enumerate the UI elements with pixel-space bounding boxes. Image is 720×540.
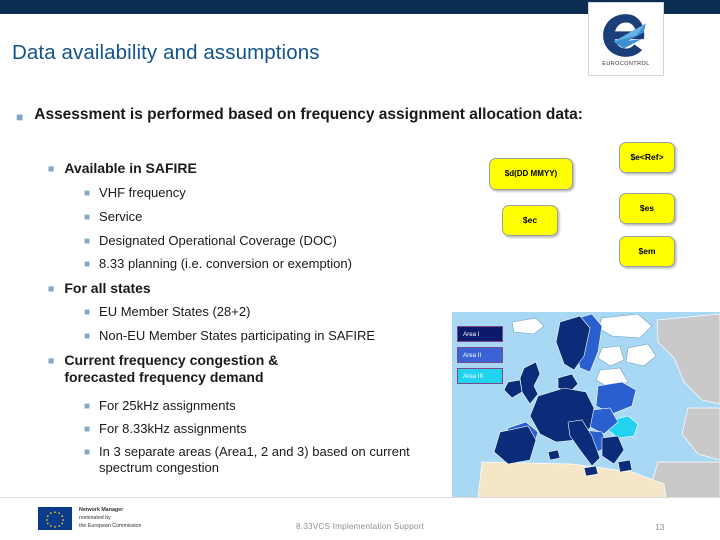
- bullet-current-frequency-congestion: ■ Current frequency congestion & forecas…: [48, 352, 348, 386]
- callout-ec[interactable]: $ec: [502, 205, 558, 236]
- bullet-available-safire: ■ Available in SAFIRE: [48, 160, 468, 177]
- bullet-marker-icon: ■: [48, 355, 55, 367]
- bullet-text: Designated Operational Coverage (DOC): [99, 233, 337, 248]
- bullet-text: Assessment is performed based on frequen…: [34, 106, 583, 123]
- bullet-marker-icon: ■: [84, 236, 91, 247]
- bullet-text: In 3 separate areas (Area1, 2 and 3) bas…: [99, 444, 410, 475]
- legend-label: Area I: [463, 330, 480, 338]
- legend-item-area-1: Area I: [457, 326, 503, 342]
- callout-label: $d(DD MMYY): [504, 169, 558, 178]
- bullet-marker-icon: ■: [84, 259, 91, 270]
- callout-ref[interactable]: $e<Ref>: [619, 142, 675, 173]
- callout-es[interactable]: $es: [619, 193, 675, 224]
- bullet-designated-operational-coverage: ■ Designated Operational Coverage (DOC): [84, 233, 484, 249]
- footer-center-text: 8.33VCS Implementation Support: [296, 522, 424, 531]
- callout-label: $es: [639, 203, 655, 214]
- bullet-marker-icon: ■: [84, 331, 91, 342]
- bullet-non-eu-member-states: ■ Non-EU Member States participating in …: [84, 328, 484, 344]
- bullet-marker-icon: ■: [48, 283, 55, 295]
- slide-number: 13: [655, 522, 665, 532]
- bullet-text: Current frequency congestion & forecaste…: [64, 352, 279, 385]
- legend-item-area-3: Area III: [457, 368, 503, 384]
- slide-canvas: EUROCONTROL Data availability and assump…: [0, 0, 720, 540]
- bullet-833-planning: ■ 8.33 planning (i.e. conversion or exem…: [84, 256, 504, 272]
- footer-divider: [0, 497, 720, 498]
- bullet-marker-icon: ■: [84, 424, 91, 435]
- eu-badge-line-1: Network Manager: [79, 507, 124, 513]
- bullet-text: For all states: [64, 280, 151, 296]
- bullet-25khz-assignments: ■ For 25kHz assignments: [84, 398, 464, 414]
- callout-label: $em: [638, 246, 656, 257]
- bullet-text: EU Member States (28+2): [99, 304, 251, 319]
- bullet-marker-icon: ■: [16, 110, 24, 124]
- bullet-text: Available in SAFIRE: [64, 160, 197, 176]
- bullet-marker-icon: ■: [84, 447, 91, 458]
- legend-label: Area III: [463, 372, 483, 380]
- bullet-marker-icon: ■: [84, 188, 91, 199]
- bullet-marker-icon: ■: [48, 163, 55, 175]
- bullet-text: Service: [99, 209, 143, 224]
- bullet-text: VHF frequency: [99, 185, 186, 200]
- bullet-text: For 25kHz assignments: [99, 398, 236, 413]
- bullet-assessment: ■ Assessment is performed based on frequ…: [16, 106, 666, 124]
- callout-em[interactable]: $em: [619, 236, 675, 267]
- legend-label: Area II: [463, 351, 482, 359]
- map-legend: Area I Area II Area III: [457, 326, 503, 389]
- bullet-text: 8.33 planning (i.e. conversion or exempt…: [99, 256, 352, 271]
- bullet-marker-icon: ■: [84, 212, 91, 223]
- callout-label: $e<Ref>: [630, 152, 664, 163]
- bullet-for-all-states: ■ For all states: [48, 280, 468, 297]
- callout-label: $ec: [522, 215, 538, 226]
- callout-date[interactable]: $d(DD MMYY): [489, 158, 573, 190]
- bullet-eu-member-states: ■ EU Member States (28+2): [84, 304, 484, 320]
- bullet-833khz-assignments: ■ For 8.33kHz assignments: [84, 421, 464, 437]
- eu-badge-line-2: nominated by: [79, 515, 111, 522]
- bullet-text: Non-EU Member States participating in SA…: [99, 328, 376, 343]
- bullet-three-separate-areas: ■ In 3 separate areas (Area1, 2 and 3) b…: [84, 444, 454, 476]
- bullet-service: ■ Service: [84, 209, 464, 225]
- legend-item-area-2: Area II: [457, 347, 503, 363]
- bullet-text: For 8.33kHz assignments: [99, 421, 247, 436]
- bullet-marker-icon: ■: [84, 307, 91, 318]
- bullet-marker-icon: ■: [84, 401, 91, 412]
- bullet-vhf-frequency: ■ VHF frequency: [84, 185, 464, 201]
